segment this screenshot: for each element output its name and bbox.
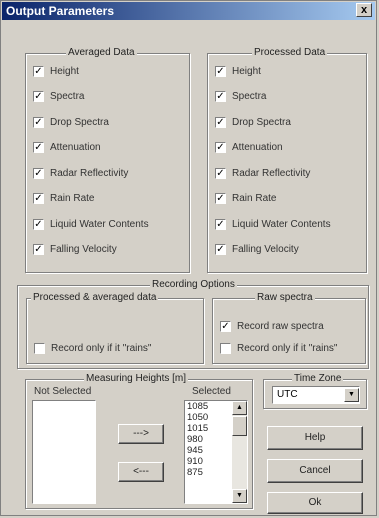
checkbox-label: Height: [50, 65, 79, 77]
record-raw-spectra[interactable]: ✓ Record raw spectra: [220, 319, 324, 333]
checkbox[interactable]: ✓: [215, 244, 226, 255]
checkbox-label: Record only if it "rains": [51, 342, 152, 354]
checkbox-row-processed-5[interactable]: ✓ Rain Rate: [215, 192, 276, 206]
processed-averaged-subgroup: Processed & averaged data Record only if…: [26, 292, 204, 364]
checkbox-row-averaged-6[interactable]: ✓ Liquid Water Contents: [33, 217, 149, 231]
checkbox-label: Liquid Water Contents: [50, 218, 149, 230]
measuring-heights-group: Measuring Heights [m] Not Selected Selec…: [25, 373, 253, 509]
checkbox-label: Record only if it "rains": [237, 342, 338, 354]
checkbox-row-averaged-4[interactable]: ✓ Radar Reflectivity: [33, 166, 128, 180]
selected-heights-list[interactable]: 1085 1050 1015 980 945 910 875 ▲ ▼: [184, 400, 248, 504]
checkbox-label: Spectra: [232, 91, 267, 102]
checkbox[interactable]: ✓: [33, 244, 44, 255]
checkbox-row-processed-1[interactable]: ✓ Spectra: [215, 90, 266, 104]
checkbox-label: Falling Velocity: [232, 244, 299, 255]
heights-scrollbar[interactable]: ▲ ▼: [232, 401, 247, 503]
time-zone-legend: Time Zone: [292, 373, 344, 384]
checkbox-row-averaged-3[interactable]: ✓ Attenuation: [33, 141, 101, 155]
checkbox-label: Liquid Water Contents: [232, 218, 331, 230]
checkbox[interactable]: ✓: [33, 218, 44, 230]
raw-spectra-subgroup: Raw spectra ✓ Record raw spectra Record …: [212, 292, 366, 364]
checkbox[interactable]: ✓: [220, 320, 231, 332]
close-icon[interactable]: x: [356, 3, 372, 17]
checkbox[interactable]: ✓: [215, 218, 226, 230]
processed-data-legend: Processed Data: [252, 47, 328, 58]
scroll-thumb[interactable]: [232, 416, 247, 436]
measuring-heights-legend: Measuring Heights [m]: [84, 373, 189, 384]
not-selected-label: Not Selected: [34, 386, 92, 397]
checkbox[interactable]: ✓: [33, 167, 44, 179]
checkbox[interactable]: ✓: [33, 193, 44, 204]
checkbox-row-averaged-5[interactable]: ✓ Rain Rate: [33, 192, 94, 206]
checkbox-label: Rain Rate: [232, 193, 277, 204]
checkbox-label: Attenuation: [232, 142, 283, 153]
checkbox-row-processed-6[interactable]: ✓ Liquid Water Contents: [215, 217, 331, 231]
help-button[interactable]: Help: [267, 426, 363, 450]
checkbox[interactable]: ✓: [215, 91, 226, 102]
checkbox[interactable]: ✓: [215, 167, 226, 179]
time-zone-group: Time Zone UTC ▼: [263, 373, 367, 409]
output-parameters-dialog: Output Parameters x Averaged Data ✓ Heigh…: [0, 0, 377, 516]
recording-options-legend: Recording Options: [150, 279, 237, 290]
checkbox-label: Falling Velocity: [50, 244, 117, 255]
checkbox[interactable]: ✓: [215, 65, 226, 77]
checkbox[interactable]: ✓: [33, 142, 44, 153]
checkbox-row-averaged-2[interactable]: ✓ Drop Spectra: [33, 115, 109, 129]
checkbox[interactable]: ✓: [33, 116, 44, 128]
checkbox-label: Record raw spectra: [237, 320, 324, 332]
remove-height-button[interactable]: <---: [118, 462, 164, 482]
selected-label: Selected: [192, 386, 231, 397]
checkbox-label: Drop Spectra: [50, 116, 109, 128]
scroll-down-icon[interactable]: ▼: [232, 489, 247, 503]
scroll-up-icon[interactable]: ▲: [232, 401, 247, 415]
recording-options-group: Recording Options Processed & averaged d…: [17, 279, 369, 369]
checkbox[interactable]: ✓: [215, 193, 226, 204]
time-zone-select[interactable]: UTC ▼: [272, 386, 360, 404]
checkbox-row-processed-4[interactable]: ✓ Radar Reflectivity: [215, 166, 310, 180]
checkbox-row-averaged-1[interactable]: ✓ Spectra: [33, 90, 84, 104]
record-only-if-rains-averaged[interactable]: Record only if it "rains": [34, 341, 151, 355]
checkbox[interactable]: ✓: [215, 142, 226, 153]
add-height-button[interactable]: --->: [118, 424, 164, 444]
checkbox-label: Height: [232, 65, 261, 77]
averaged-data-group: Averaged Data ✓ Height ✓ Spectra ✓ Drop Spect…: [25, 47, 190, 273]
checkbox-row-processed-0[interactable]: ✓ Height: [215, 64, 261, 78]
checkbox[interactable]: ✓: [33, 91, 44, 102]
processed-data-group: Processed Data ✓ Height ✓ Spectra ✓ Drop Spec…: [207, 47, 367, 273]
record-only-if-rains-raw[interactable]: Record only if it "rains": [220, 341, 337, 355]
processed-averaged-legend: Processed & averaged data: [31, 292, 159, 303]
raw-spectra-legend: Raw spectra: [255, 292, 315, 303]
checkbox[interactable]: ✓: [215, 116, 226, 128]
checkbox[interactable]: [34, 342, 45, 354]
title-bar[interactable]: Output Parameters x: [2, 2, 375, 20]
checkbox-label: Drop Spectra: [232, 116, 291, 128]
checkbox-label: Attenuation: [50, 142, 101, 153]
averaged-data-legend: Averaged Data: [66, 47, 137, 58]
dropdown-arrow-icon[interactable]: ▼: [344, 388, 359, 402]
checkbox-row-processed-2[interactable]: ✓ Drop Spectra: [215, 115, 291, 129]
checkbox-label: Rain Rate: [50, 193, 95, 204]
checkbox-label: Radar Reflectivity: [50, 167, 129, 179]
window-title: Output Parameters: [6, 4, 115, 18]
checkbox-row-processed-7[interactable]: ✓ Falling Velocity: [215, 243, 299, 257]
checkbox-row-averaged-7[interactable]: ✓ Falling Velocity: [33, 243, 117, 257]
checkbox[interactable]: [220, 342, 231, 354]
cancel-button[interactable]: Cancel: [267, 459, 363, 483]
checkbox-row-processed-3[interactable]: ✓ Attenuation: [215, 141, 283, 155]
not-selected-list[interactable]: [32, 400, 96, 504]
ok-button[interactable]: Ok: [267, 492, 363, 514]
time-zone-value: UTC: [277, 389, 298, 400]
checkbox-label: Spectra: [50, 91, 85, 102]
checkbox[interactable]: ✓: [33, 65, 44, 77]
checkbox-label: Radar Reflectivity: [232, 167, 311, 179]
checkbox-row-averaged-0[interactable]: ✓ Height: [33, 64, 79, 78]
